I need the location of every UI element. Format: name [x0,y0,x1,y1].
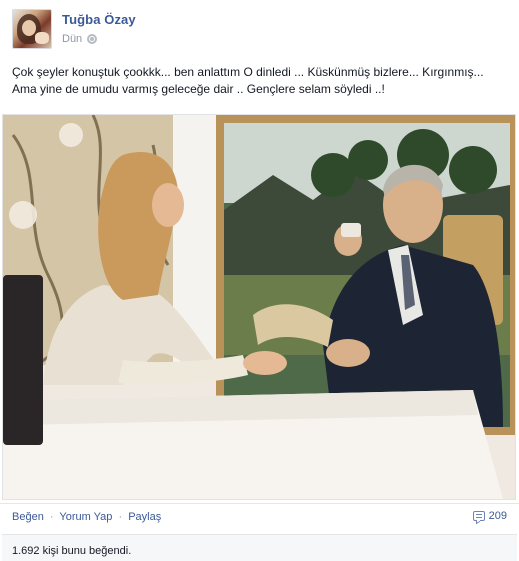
separator: · [118,511,123,523]
post-text-line-2: Ama yine de umudu varmış geleceğe dair .… [12,82,385,96]
timestamp-row: Dün [62,33,136,45]
globe-icon [87,34,98,44]
comment-icon [472,511,485,521]
likes-summary[interactable]: 1.692 kişi bunu beğendi. [12,545,131,557]
post-text-line-1: Çok şeyler konuştuk çookkk... ben anlatt… [12,65,484,79]
post-photo[interactable] [2,114,516,500]
avatar[interactable] [12,9,52,49]
comment-count[interactable]: 209 [472,510,507,522]
like-button[interactable]: Beğen [12,511,44,523]
divider [0,503,519,504]
post-actions: Beğen · Yorum Yap · Paylaş [12,511,161,523]
likes-bar: 1.692 kişi bunu beğendi. [2,534,517,561]
share-button[interactable]: Paylaş [128,511,161,523]
author-name[interactable]: Tuğba Özay [62,12,136,27]
facebook-post: Tuğba Özay Dün Çok şeyler konuştuk çookk… [0,0,519,561]
comment-count-value: 209 [488,510,507,522]
separator: · [49,511,54,523]
photo-illustration [3,115,515,499]
post-text: Çok şeyler konuştuk çookkk... ben anlatt… [12,64,512,98]
timestamp[interactable]: Dün [62,33,82,45]
post-header: Tuğba Özay Dün [12,9,136,51]
post-meta: Tuğba Özay Dün [62,9,136,51]
comment-button[interactable]: Yorum Yap [59,511,112,523]
